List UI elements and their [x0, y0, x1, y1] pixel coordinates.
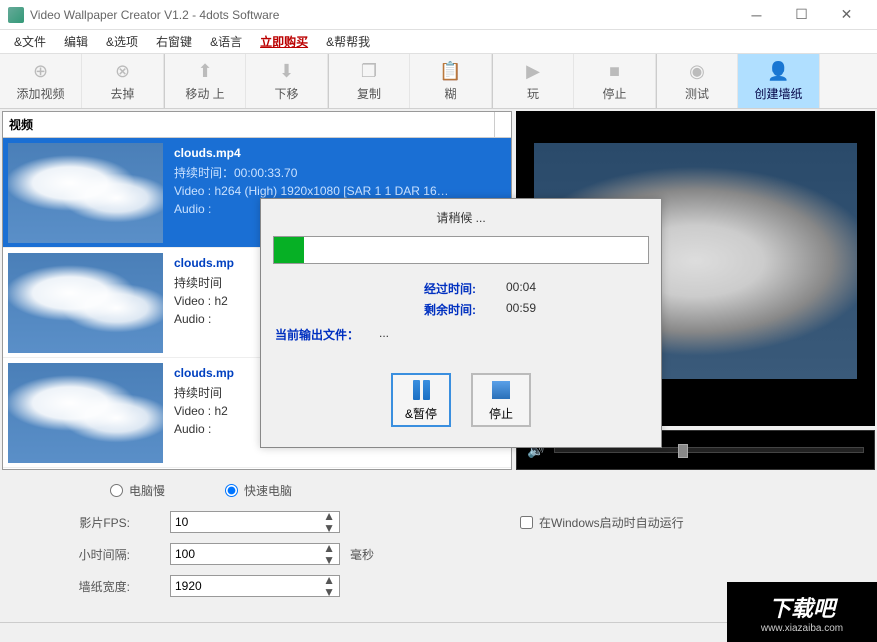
video-thumbnail — [8, 363, 163, 463]
menu-edit[interactable]: 编辑 — [56, 30, 96, 53]
paste-button[interactable]: 📋糊 — [410, 54, 492, 108]
video-column-header[interactable]: 视频 — [3, 112, 494, 137]
arrow-up-icon: ⬆ — [194, 61, 216, 83]
add-video-button[interactable]: ⊕ 添加视频 — [0, 54, 82, 108]
test-label: 测试 — [685, 85, 709, 102]
play-icon: ▶ — [522, 61, 544, 83]
copy-label: 复制 — [357, 85, 381, 102]
remove-label: 去掉 — [110, 85, 134, 102]
fps-label: 影片FPS: — [20, 514, 130, 531]
menu-help[interactable]: &帮帮我 — [318, 30, 378, 53]
create-wallpaper-button[interactable]: 👤 创建墙纸 — [738, 54, 820, 108]
progress-dialog: 请稍候 ... 经过时间: 00:04 剩余时间: 00:59 当前输出文件：...… — [260, 198, 662, 448]
progress-fill — [274, 237, 304, 263]
autorun-checkbox[interactable]: 在Windows启动时自动运行 — [520, 514, 684, 531]
copy-button[interactable]: ❐ 复制 — [328, 54, 410, 108]
scroll-gap — [494, 112, 511, 137]
stop-square-icon — [490, 379, 512, 401]
menu-options[interactable]: &选项 — [98, 30, 146, 53]
move-down-label: 下移 — [274, 85, 298, 102]
toolbar: ⊕添加视频 ⊗去掉 ⬆移动 上 ⬇下移 ❐复制 📋糊 ▶玩 ■停止 ◉测试 👤创… — [0, 54, 877, 109]
close-button[interactable]: ✕ — [824, 1, 869, 29]
fps-value: 10 — [175, 515, 188, 529]
window-title: Video Wallpaper Creator V1.2 - 4dots Sof… — [30, 8, 734, 22]
outfile-label: 当前输出文件： — [275, 326, 359, 343]
elapsed-label: 经过时间: — [356, 280, 476, 297]
move-up-label: 移动 上 — [185, 85, 224, 102]
elapsed-value: 00:04 — [506, 280, 566, 297]
paste-label: 糊 — [444, 85, 456, 102]
interval-spinner[interactable]: ▲▼ — [323, 542, 335, 566]
interval-value: 100 — [175, 547, 195, 561]
remaining-value: 00:59 — [506, 301, 566, 318]
test-button[interactable]: ◉ 测试 — [656, 54, 738, 108]
menu-file[interactable]: &文件 — [6, 30, 54, 53]
interval-unit: 毫秒 — [350, 546, 374, 563]
interval-input[interactable]: 100 ▲▼ — [170, 543, 340, 565]
menu-language[interactable]: &语言 — [202, 30, 250, 53]
maximize-button[interactable]: ☐ — [779, 1, 824, 29]
play-label: 玩 — [527, 85, 539, 102]
pause-button[interactable]: &暂停 — [391, 373, 451, 427]
add-video-label: 添加视频 — [16, 85, 64, 102]
fps-input[interactable]: 10 ▲▼ — [170, 511, 340, 533]
minimize-button[interactable]: ─ — [734, 1, 779, 29]
pause-icon — [410, 379, 432, 401]
stop-label: 停止 — [602, 85, 626, 102]
outfile-value: ... — [379, 326, 389, 343]
paste-icon: 📋 — [440, 61, 462, 83]
width-spinner[interactable]: ▲▼ — [323, 574, 335, 598]
title-bar: Video Wallpaper Creator V1.2 - 4dots Sof… — [0, 0, 877, 30]
video-thumbnail — [8, 253, 163, 353]
watermark-url: www.xiazaiba.com — [761, 623, 843, 634]
menu-bar: &文件 编辑 &选项 右窗键 &语言 立即购买 &帮帮我 — [0, 30, 877, 54]
video-title: clouds.mp4 — [174, 146, 505, 160]
slow-pc-radio[interactable]: 电脑慢 — [110, 482, 165, 499]
person-icon: 👤 — [768, 61, 790, 83]
seek-thumb[interactable] — [678, 444, 688, 458]
progress-bar — [273, 236, 649, 264]
copy-icon: ❐ — [358, 61, 380, 83]
menu-right-key[interactable]: 右窗键 — [148, 30, 200, 53]
width-label: 墙纸宽度: — [20, 578, 130, 595]
interval-label: 小时间隔: — [20, 546, 130, 563]
dialog-title: 请稍候 ... — [261, 199, 661, 236]
stop-button[interactable]: ■ 停止 — [574, 54, 656, 108]
video-duration: 持续时间：00:00:33.70 — [174, 164, 505, 182]
arrow-down-icon: ⬇ — [276, 61, 298, 83]
stop-icon: ■ — [604, 61, 626, 83]
test-icon: ◉ — [686, 61, 708, 83]
menu-buy-now[interactable]: 立即购买 — [252, 30, 316, 53]
dialog-stop-button[interactable]: 停止 — [471, 373, 531, 427]
plus-circle-icon: ⊕ — [30, 61, 52, 83]
dialog-stop-label: 停止 — [489, 405, 513, 422]
fast-pc-radio[interactable]: 快速电脑 — [225, 482, 292, 499]
play-button[interactable]: ▶玩 — [492, 54, 574, 108]
pause-label: &暂停 — [405, 405, 437, 422]
x-circle-icon: ⊗ — [112, 61, 134, 83]
video-thumbnail — [8, 143, 163, 243]
create-label: 创建墙纸 — [754, 85, 802, 102]
fps-spinner[interactable]: ▲▼ — [323, 510, 335, 534]
watermark: 下载吧 www.xiazaiba.com — [727, 582, 877, 642]
slow-pc-label: 电脑慢 — [129, 482, 165, 499]
autorun-label: 在Windows启动时自动运行 — [539, 514, 684, 531]
remove-button[interactable]: ⊗ 去掉 — [82, 54, 164, 108]
watermark-text: 下载吧 — [769, 591, 835, 623]
move-down-button[interactable]: ⬇ 下移 — [246, 54, 328, 108]
remaining-label: 剩余时间: — [356, 301, 476, 318]
video-list-header: 视频 — [3, 112, 511, 138]
move-up-button[interactable]: ⬆ 移动 上 — [164, 54, 246, 108]
width-value: 1920 — [175, 579, 202, 593]
fast-pc-label: 快速电脑 — [244, 482, 292, 499]
width-input[interactable]: 1920 ▲▼ — [170, 575, 340, 597]
app-icon — [8, 7, 24, 23]
